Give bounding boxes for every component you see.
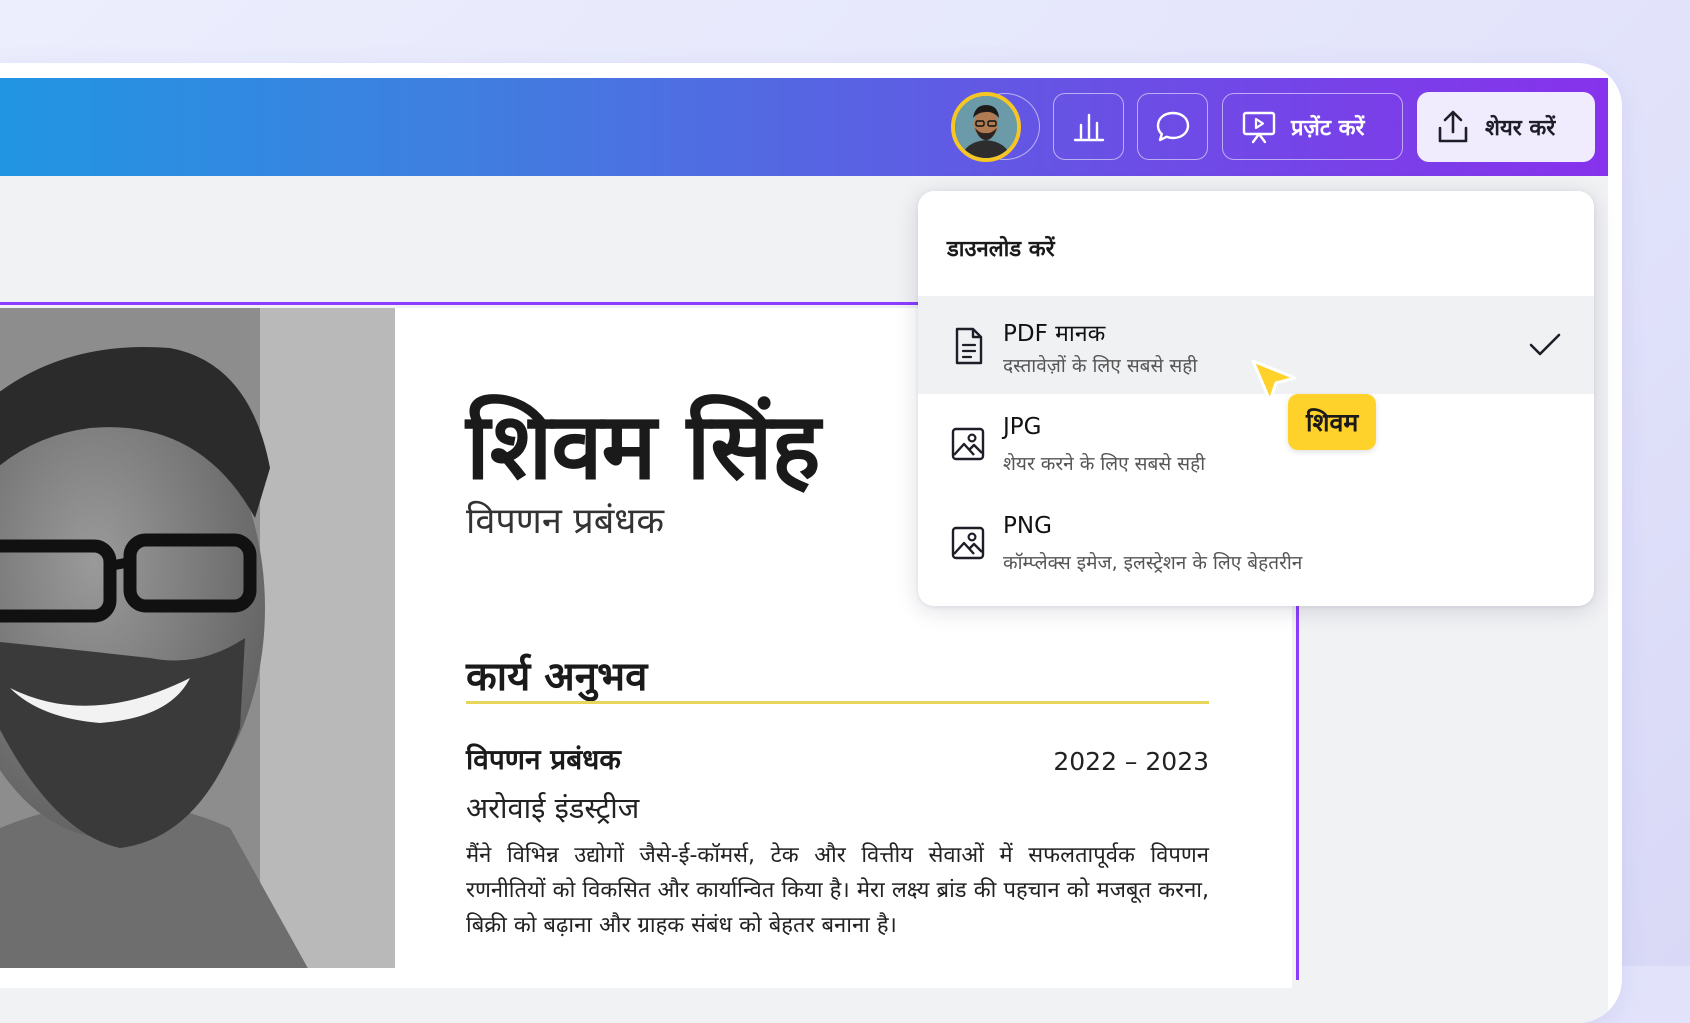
download-option-png[interactable]: PNG कॉम्प्लेक्स इमेज, इलस्ट्रेशन के लिए … — [918, 493, 1594, 591]
checkmark-icon — [1529, 333, 1561, 356]
section-heading-experience: कार्य अनुभव — [466, 654, 648, 700]
download-option-label: JPG — [1003, 414, 1042, 440]
download-option-description: दस्तावेज़ों के लिए सबसे सही — [1003, 355, 1198, 377]
share-button[interactable]: शेयर करें — [1417, 92, 1595, 162]
bar-chart-icon — [1073, 113, 1104, 141]
job-dates: 2022 – 2023 — [1053, 747, 1209, 776]
profile-photo[interactable] — [0, 308, 395, 968]
job-role: विपणन प्रबंधक — [466, 743, 621, 776]
download-option-jpg[interactable]: JPG शेयर करने के लिए सबसे सही — [918, 394, 1594, 492]
image-icon — [951, 526, 985, 560]
upload-icon — [1438, 110, 1468, 143]
download-option-label: PNG — [1003, 513, 1052, 539]
download-option-label: PDF मानक — [1003, 321, 1106, 347]
download-option-description: कॉम्प्लेक्स इमेज, इलस्ट्रेशन के लिए बेहत… — [1003, 552, 1303, 574]
download-option-description: शेयर करने के लिए सबसे सही — [1003, 453, 1206, 475]
presentation-icon — [1242, 111, 1276, 143]
present-button[interactable]: प्रज़ेंट करें — [1222, 93, 1403, 160]
section-divider — [466, 701, 1209, 704]
resume-job-title: विपणन प्रबंधक — [466, 501, 665, 542]
image-icon — [951, 427, 985, 461]
present-button-label: प्रज़ेंट करें — [1291, 115, 1365, 141]
comment-button[interactable] — [1137, 93, 1208, 160]
insights-button[interactable] — [1053, 93, 1124, 160]
page-selection-border — [0, 302, 930, 305]
share-button-label: शेयर करें — [1485, 116, 1556, 141]
resume-name: शिवम सिंह — [466, 393, 820, 500]
job-company: अरोवाई इंडस्ट्रीज — [466, 791, 640, 825]
comment-icon — [1156, 111, 1189, 141]
job-description: मैंने विभिन्न उद्योगों जैसे-ई-कॉमर्स, टे… — [466, 843, 1209, 938]
page-selection-border-right — [1296, 580, 1299, 980]
avatar[interactable] — [951, 92, 1021, 162]
download-menu-heading: डाउनलोड करें — [947, 237, 1055, 262]
document-icon — [955, 327, 983, 365]
collaborator-cursor-label: शिवम — [1288, 394, 1377, 450]
